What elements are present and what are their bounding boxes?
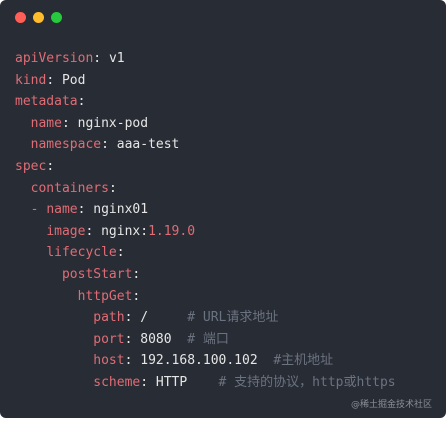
yaml-value: : [116,245,125,261]
yaml-key: spec [15,158,47,174]
code-line: httpGet: [15,286,396,308]
yaml-code-block: apiVersion: v1 kind: Pod metadata: name: n… [15,48,396,394]
yaml-comment: # URL请求地址 [187,310,279,326]
yaml-value [15,332,93,347]
yaml-key: path [93,310,125,326]
yaml-value: : [140,374,156,390]
yaml-key: host [93,353,125,369]
code-line: spec: [15,156,396,178]
yaml-key: name [30,115,62,131]
code-line: host: 192.168.100.102 #主机地址 [15,350,396,372]
yaml-key: apiVersion [15,51,94,66]
code-line: image: nginx:1.19.0 [15,221,396,243]
code-line: - name: nginx01 [15,199,396,221]
code-line: name: nginx-pod [15,113,396,135]
code-line: apiVersion: v1 [15,48,396,70]
yaml-value [15,181,31,196]
yaml-value: aaa-test [116,137,180,153]
code-window: apiVersion: v1 kind: Pod metadata: name: n… [0,0,446,418]
yaml-value [15,137,31,152]
yaml-value: : [85,223,102,239]
yaml-key: image [46,223,86,239]
yaml-value: 8080 [140,331,172,347]
yaml-value [15,289,78,304]
yaml-value [15,375,93,390]
yaml-key: httpGet [77,288,133,304]
code-line: lifecycle: [15,242,396,264]
minimize-dot-icon[interactable] [33,12,44,23]
yaml-value: Pod [61,72,86,88]
yaml-value [187,375,218,390]
yaml-value [15,267,62,282]
code-line: namespace: aaa-test [15,134,396,156]
yaml-key: scheme [93,374,141,390]
yaml-value: / [140,310,188,326]
yaml-value: : [124,353,141,369]
code-line: containers: [15,178,396,200]
code-line: port: 8080 # 端口 [15,329,396,351]
yaml-key: name [46,202,78,218]
yaml-value: : [61,115,78,131]
yaml-value [258,353,274,368]
yaml-value: : [93,51,109,66]
yaml-value: : [101,137,117,153]
yaml-value: : [46,158,55,174]
yaml-value: : [46,72,62,88]
yaml-key: kind [15,72,47,88]
yaml-value: : [108,180,117,196]
yaml-value: v1 [108,51,125,66]
yaml-value: nginx: [101,223,149,239]
yaml-key: containers [30,180,109,196]
yaml-number: 1.19.0 [148,223,196,239]
yaml-value [15,310,93,325]
yaml-value: : [132,288,141,304]
yaml-key: postStart [61,266,133,282]
yaml-value: nginx01 [93,202,149,218]
yaml-value [172,332,188,347]
yaml-value: : [124,331,141,347]
yaml-value [15,353,93,368]
code-line: metadata: [15,91,396,113]
maximize-dot-icon[interactable] [51,12,62,23]
code-line: path: / # URL请求地址 [15,307,396,329]
yaml-value: : [132,266,141,282]
yaml-key: metadata [15,94,78,110]
watermark: @稀土掘金技术社区 [350,400,432,410]
yaml-value [15,202,31,217]
code-line: scheme: HTTP # 支持的协议，http或https [15,372,396,394]
yaml-key: - [30,202,47,218]
code-line: postStart: [15,264,396,286]
yaml-value [15,116,31,131]
yaml-value: nginx-pod [77,115,149,131]
yaml-value: : [77,202,94,218]
yaml-comment: # 支持的协议，http或https [218,374,396,390]
yaml-value: : [124,310,141,326]
close-dot-icon[interactable] [15,12,26,23]
yaml-key: namespace [30,137,102,153]
yaml-value: HTTP [155,374,188,390]
yaml-comment: #主机地址 [273,353,334,369]
yaml-value [15,245,46,260]
yaml-comment: # 端口 [187,331,229,347]
yaml-key: port [93,331,125,347]
yaml-value: 192.168.100.102 [140,353,258,369]
yaml-value [15,224,46,239]
yaml-key: lifecycle [46,245,117,261]
code-line: kind: Pod [15,70,396,92]
yaml-value: : [77,94,86,110]
window-controls [15,12,62,23]
